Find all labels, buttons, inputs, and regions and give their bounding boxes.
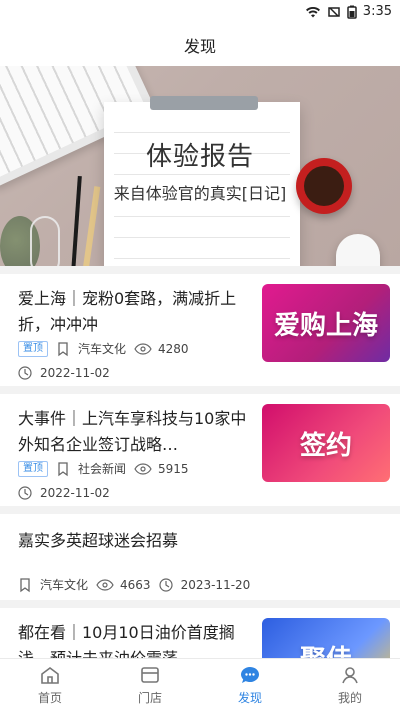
eye-icon <box>134 462 152 475</box>
article-thumbnail[interactable]: 聚佳 <box>262 618 390 658</box>
eye-icon <box>134 342 152 355</box>
views: 5915 <box>134 462 189 476</box>
wifi-icon <box>305 6 320 17</box>
clock-icon <box>18 486 32 500</box>
article-date: 2023-11-20 <box>180 577 251 592</box>
nav-label: 首页 <box>37 691 62 705</box>
nav-store[interactable]: 门店 <box>100 659 200 712</box>
pinned-badge: 置顶 <box>18 460 48 477</box>
status-icons: 3:35 <box>305 4 392 19</box>
pinned-badge: 置顶 <box>18 340 48 357</box>
nav-label: 发现 <box>237 691 262 705</box>
article-category: 汽车文化 <box>40 578 89 592</box>
nav-home[interactable]: 首页 <box>0 659 100 712</box>
thumbnail-text: 聚佳 <box>262 618 390 659</box>
nav-discover[interactable]: 发现 <box>200 659 300 712</box>
article-feed[interactable]: 爱上海｜宠粉0套路，满减折上折，冲冲冲 置顶 汽车文化 4280 2022-11… <box>0 266 400 658</box>
banner-subhead-text: 来自体验官的真实[日记] <box>107 184 293 203</box>
view-count: 4663 <box>120 577 151 592</box>
view-count: 4280 <box>158 341 189 356</box>
article-thumbnail[interactable]: 签约 <box>262 404 390 482</box>
article-title: 嘉实多英超球迷会招募 <box>18 531 179 550</box>
thumbnail-text: 签约 <box>299 430 352 461</box>
view-count: 5915 <box>158 461 189 476</box>
title-bar: 发现 <box>0 24 400 66</box>
thumbnail-text: 爱购上海 <box>273 310 378 341</box>
list-item[interactable]: 大事件｜上汽车享科技与10家中外知名企业签订战略… 置顶 社会新闻 5915 2… <box>0 394 400 506</box>
user-icon <box>342 667 358 684</box>
nav-label: 门店 <box>137 691 162 705</box>
bookmark-icon <box>20 577 30 592</box>
clipboard-clip <box>150 96 258 110</box>
home-icon <box>41 667 59 684</box>
mouse-image <box>336 234 380 266</box>
status-bar: 3:35 <box>0 0 400 24</box>
article-date: 2022-11-02 <box>40 366 110 380</box>
views: 4280 <box>134 342 189 356</box>
coffee-cup-image <box>296 158 352 214</box>
earphones-image <box>30 216 60 266</box>
banner[interactable]: 体验报告 来自体验官的真实[日记] <box>0 66 400 266</box>
nav-label: 我的 <box>337 691 362 705</box>
views: 4663 <box>96 578 151 592</box>
eye-icon <box>96 578 114 591</box>
page-title: 发现 <box>183 37 216 56</box>
status-time: 3:35 <box>362 4 392 19</box>
list-item[interactable]: 都在看｜10月10日油价首度搁浅，预计未来油价震荡… 聚佳 <box>0 608 400 658</box>
article-title: 爱上海｜宠粉0套路，满减折上折，冲冲冲 <box>18 289 237 334</box>
store-icon <box>141 667 159 683</box>
article-title: 大事件｜上汽车享科技与10家中外知名企业签订战略… <box>18 409 247 454</box>
clock-icon <box>18 366 32 380</box>
bookmark-icon <box>58 341 68 356</box>
bottom-navigation: 首页 门店 发现 我的 <box>0 658 400 712</box>
list-item[interactable]: 嘉实多英超球迷会招募 汽车文化 4663 2023-11-20 <box>0 514 400 600</box>
discover-icon <box>241 667 259 683</box>
battery-icon <box>347 5 357 19</box>
nav-mine[interactable]: 我的 <box>300 659 400 712</box>
no-signal-icon <box>328 6 340 17</box>
bookmark-icon <box>58 461 68 476</box>
list-item[interactable]: 爱上海｜宠粉0套路，满减折上折，冲冲冲 置顶 汽车文化 4280 2022-11… <box>0 274 400 386</box>
article-category: 社会新闻 <box>78 462 127 476</box>
article-category: 汽车文化 <box>78 342 127 356</box>
article-thumbnail[interactable]: 爱购上海 <box>262 284 390 362</box>
clock-icon <box>158 577 173 592</box>
article-title: 都在看｜10月10日油价首度搁浅，预计未来油价震荡… <box>18 623 235 658</box>
article-date: 2022-11-02 <box>40 486 110 500</box>
